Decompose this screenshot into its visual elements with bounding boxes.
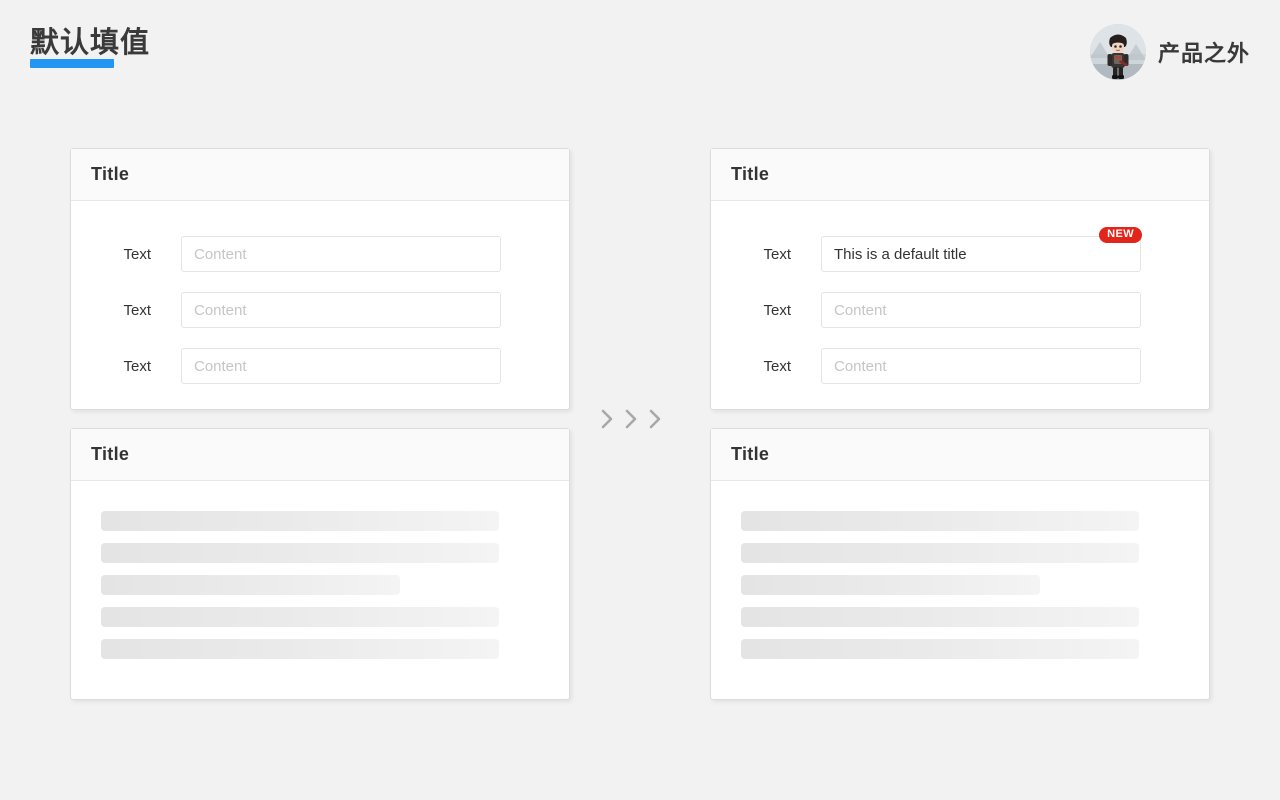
text-input-2[interactable] [181, 292, 501, 328]
skeleton-bar [101, 607, 499, 627]
text-input-2[interactable] [821, 292, 1141, 328]
card-header: Title [711, 149, 1209, 201]
field-label: Text [763, 357, 791, 375]
chevron-right-icon [625, 409, 637, 429]
brand-name: 产品之外 [1157, 41, 1250, 66]
form-row: Text [711, 348, 1209, 384]
field-wrapper [181, 292, 501, 328]
field-label: Text [763, 301, 791, 319]
field-label: Text [123, 245, 151, 263]
skeleton-bar [741, 639, 1139, 659]
form-row: Text [71, 348, 569, 384]
field-label: Text [123, 357, 151, 375]
skeleton-bar [101, 511, 499, 531]
form-row: Text [711, 292, 1209, 328]
page-header: 默认填值 产品之外 [0, 0, 1280, 105]
skeleton-bar [741, 543, 1139, 563]
card-top-left: Title Text Text Text [70, 148, 570, 410]
skeleton-list [71, 481, 569, 659]
card-header: Title [71, 149, 569, 201]
field-wrapper [821, 348, 1141, 384]
field-wrapper [821, 292, 1141, 328]
field-wrapper [181, 236, 501, 272]
skeleton-bar [101, 639, 499, 659]
card-header: Title [711, 429, 1209, 481]
field-label: Text [123, 301, 151, 319]
skeleton-bar [101, 543, 499, 563]
card-title: Title [91, 444, 130, 464]
avatar-character-icon [1089, 24, 1146, 80]
card-header: Title [71, 429, 569, 481]
card-bottom-left: Title [70, 428, 570, 700]
brand-logo-group: 产品之外 [1089, 24, 1250, 80]
skeleton-bar [741, 511, 1139, 531]
field-wrapper: NEW [821, 227, 1142, 272]
skeleton-bar [741, 575, 1040, 595]
card-body: Text NEW Text Text [711, 201, 1209, 384]
page-title: 默认填值 [30, 27, 151, 59]
text-input-3[interactable] [821, 348, 1141, 384]
skeleton-bar [101, 575, 400, 595]
field-label: Text [763, 245, 791, 263]
title-underline-highlight [30, 59, 114, 68]
chevron-right-icon [601, 409, 613, 429]
chevron-right-icon [649, 409, 661, 429]
skeleton-bar [741, 607, 1139, 627]
form-row: Text [71, 292, 569, 328]
text-input-default-title[interactable] [821, 236, 1141, 272]
card-title: Title [731, 444, 770, 464]
new-badge: NEW [1099, 227, 1142, 243]
text-input-3[interactable] [181, 348, 501, 384]
card-title: Title [91, 164, 130, 184]
skeleton-list [711, 481, 1209, 659]
card-title: Title [731, 164, 770, 184]
page-title-group: 默认填值 [30, 27, 151, 68]
form-row: Text NEW [711, 227, 1209, 272]
field-wrapper [181, 348, 501, 384]
card-bottom-right: Title [710, 428, 1210, 700]
transition-arrows [600, 408, 662, 430]
card-top-right: Title Text NEW Text Text [710, 148, 1210, 410]
text-input-1[interactable] [181, 236, 501, 272]
card-body: Text Text Text [71, 201, 569, 384]
form-row: Text [71, 236, 569, 272]
